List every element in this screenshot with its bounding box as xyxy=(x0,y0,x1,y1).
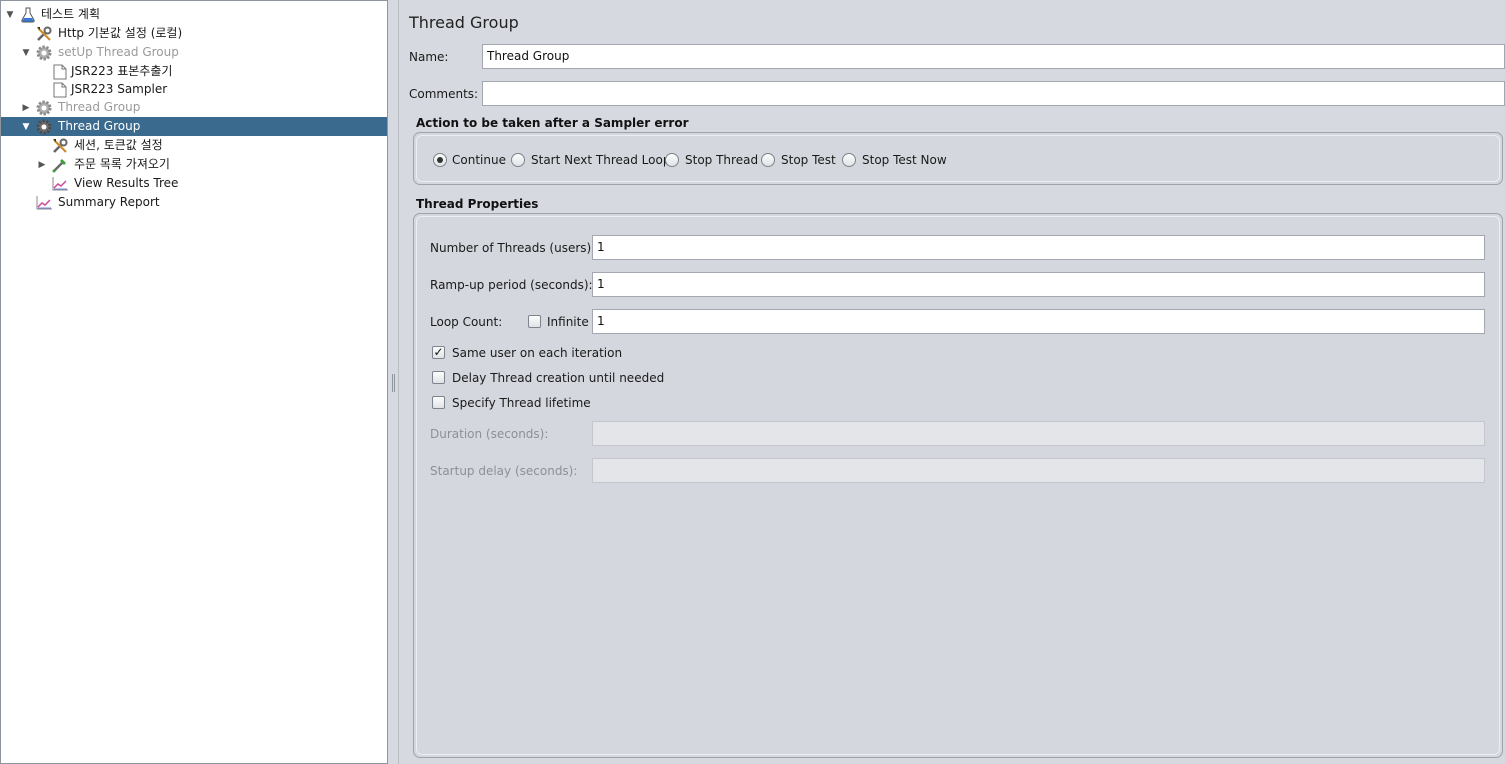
expand-arrow-icon[interactable]: ▼ xyxy=(21,48,31,58)
infinite-checkbox[interactable] xyxy=(528,315,541,328)
tree-node-jsr223-sampler[interactable]: JSR223 Sampler xyxy=(1,80,387,99)
stop-thread-radio[interactable] xyxy=(665,153,679,167)
tree-node-jsr223-extractor[interactable]: JSR223 표본추출기 xyxy=(1,62,387,81)
tree-node-thread-group-selected[interactable]: ▼ Thread Group xyxy=(1,117,387,136)
error-action-group: Continue Start Next Thread Loop Stop Thr… xyxy=(413,132,1503,185)
name-label: Name: xyxy=(409,50,449,64)
startup-delay-field[interactable] xyxy=(592,458,1485,483)
specify-thread-lifetime-label[interactable]: Specify Thread lifetime xyxy=(452,396,591,410)
ramp-up-label: Ramp-up period (seconds): xyxy=(430,278,593,292)
loop-count-label: Loop Count: xyxy=(430,315,503,329)
gear-icon xyxy=(35,99,53,117)
expand-arrow-icon[interactable]: ▼ xyxy=(5,10,15,20)
stop-thread-label[interactable]: Stop Thread xyxy=(685,153,758,167)
tree-node-label: 세션, 토큰값 설정 xyxy=(74,138,163,152)
divider-grip-icon xyxy=(392,374,395,392)
tree-node-summary-report[interactable]: Summary Report xyxy=(1,193,387,212)
tree-node-label: JSR223 표본추출기 xyxy=(71,64,173,78)
comments-field[interactable] xyxy=(482,81,1505,106)
tree-node-session-token-config[interactable]: 세션, 토큰값 설정 xyxy=(1,136,387,155)
document-icon xyxy=(51,81,69,99)
tree-node-get-order-list[interactable]: ▶ 주문 목록 가져오기 xyxy=(1,155,387,174)
gear-icon xyxy=(35,44,53,62)
tree-node-label: 테스트 계획 xyxy=(41,7,101,21)
continue-radio[interactable] xyxy=(433,153,447,167)
tree-node-label: Thread Group xyxy=(58,119,141,133)
tree-node-label: Summary Report xyxy=(58,195,160,209)
split-pane-divider[interactable] xyxy=(388,0,399,764)
tree-node-label: setUp Thread Group xyxy=(58,45,179,59)
tree-node-label: View Results Tree xyxy=(74,176,179,190)
tree-node-test-plan[interactable]: ▼ 테스트 계획 xyxy=(1,5,387,24)
page-title: Thread Group xyxy=(409,13,519,32)
pipette-icon xyxy=(51,156,69,174)
collapse-arrow-icon[interactable]: ▶ xyxy=(37,160,47,170)
startup-delay-label: Startup delay (seconds): xyxy=(430,464,578,478)
start-next-thread-loop-label[interactable]: Start Next Thread Loop xyxy=(531,153,670,167)
tree-node-label: JSR223 Sampler xyxy=(71,82,168,96)
tree-node-label: 주문 목록 가져오기 xyxy=(74,157,170,171)
tree-node-label: Thread Group xyxy=(58,100,141,114)
graph-icon xyxy=(35,194,53,212)
expand-arrow-icon[interactable]: ▼ xyxy=(21,122,31,132)
graph-icon xyxy=(51,175,69,193)
delay-thread-creation-label[interactable]: Delay Thread creation until needed xyxy=(452,371,664,385)
tree-node-thread-group-disabled[interactable]: ▶ Thread Group xyxy=(1,98,387,117)
same-user-label[interactable]: Same user on each iteration xyxy=(452,346,622,360)
tree-node-view-results-tree[interactable]: View Results Tree xyxy=(1,174,387,193)
thread-properties-group: Number of Threads (users): 1 Ramp-up per… xyxy=(413,213,1503,758)
number-of-threads-field[interactable]: 1 xyxy=(592,235,1485,260)
gear-icon xyxy=(35,118,53,136)
name-field[interactable]: Thread Group xyxy=(482,44,1505,69)
same-user-checkbox[interactable]: ✓ xyxy=(432,346,445,359)
continue-radio-label[interactable]: Continue xyxy=(452,153,506,167)
collapse-arrow-icon[interactable]: ▶ xyxy=(21,103,31,113)
start-next-thread-loop-radio[interactable] xyxy=(511,153,525,167)
tree-node-http-defaults[interactable]: Http 기본값 설정 (로컬) xyxy=(1,24,387,43)
document-icon xyxy=(51,63,69,81)
stop-test-radio[interactable] xyxy=(761,153,775,167)
wrench-icon xyxy=(51,137,69,155)
wrench-icon xyxy=(35,25,53,43)
specify-thread-lifetime-checkbox[interactable] xyxy=(432,396,445,409)
stop-test-now-label[interactable]: Stop Test Now xyxy=(862,153,947,167)
tree-node-label: Http 기본값 설정 (로컬) xyxy=(58,26,183,40)
test-plan-tree[interactable]: ▼ 테스트 계획 Http 기본값 설정 (로컬) ▼ setUp Thread… xyxy=(0,0,388,764)
error-action-group-title: Action to be taken after a Sampler error xyxy=(416,116,689,130)
duration-label: Duration (seconds): xyxy=(430,427,549,441)
loop-count-field[interactable]: 1 xyxy=(592,309,1485,334)
thread-group-editor: Thread Group Name: Thread Group Comments… xyxy=(400,0,1505,764)
number-of-threads-label: Number of Threads (users): xyxy=(430,241,596,255)
stop-test-now-radio[interactable] xyxy=(842,153,856,167)
delay-thread-creation-checkbox[interactable] xyxy=(432,371,445,384)
ramp-up-field[interactable]: 1 xyxy=(592,272,1485,297)
thread-properties-title: Thread Properties xyxy=(416,197,539,211)
flask-icon xyxy=(19,6,37,24)
tree-node-setup-thread-group[interactable]: ▼ setUp Thread Group xyxy=(1,43,387,62)
duration-field[interactable] xyxy=(592,421,1485,446)
infinite-label[interactable]: Infinite xyxy=(547,315,589,329)
comments-label: Comments: xyxy=(409,87,479,101)
stop-test-label[interactable]: Stop Test xyxy=(781,153,836,167)
